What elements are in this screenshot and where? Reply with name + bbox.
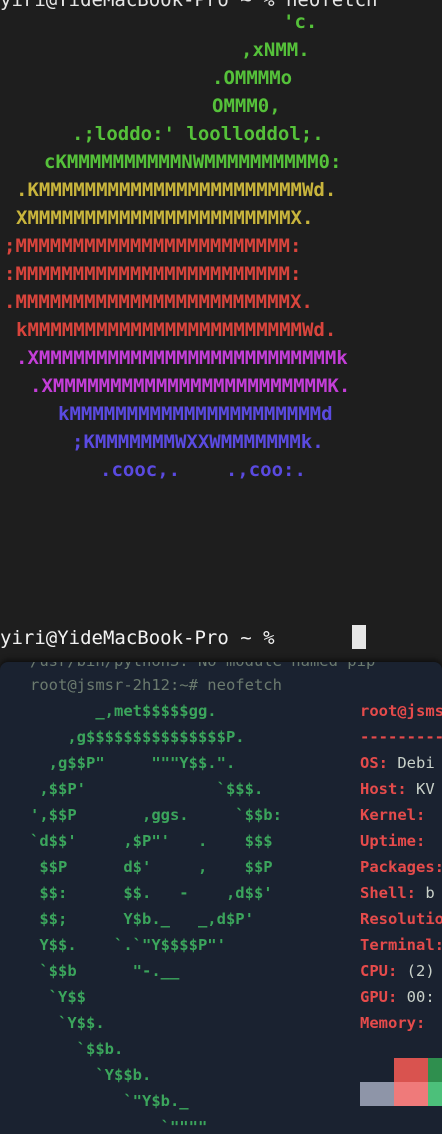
text-cursor — [352, 625, 366, 649]
logo-line: .OMMMMo — [212, 67, 293, 89]
info-key: GPU: — [360, 988, 398, 1006]
logo-line: .XMMMMMMMMMMMMMMMMMMMMMMMMMMk — [16, 347, 348, 369]
swirl-line: `$$b "-.__ — [30, 962, 180, 980]
info-row-cpu: CPU: (2) — [360, 958, 435, 984]
swirl-line: ,$$P' `$$$. — [30, 780, 264, 798]
info-value — [425, 832, 434, 850]
logo-line: OMMM0, — [212, 95, 281, 117]
info-value: b — [416, 884, 435, 902]
swirl-line: `Y$$ — [30, 988, 86, 1006]
vm-terminal-window: /usr/bin/python3: No module named pip ro… — [0, 662, 442, 1134]
logo-line: .KMMMMMMMMMMMMMMMMMMMMMMMWd. — [16, 179, 337, 201]
info-row-kernel: Kernel: — [360, 802, 435, 828]
swirl-line: $$; Y$b._ _,d$P' — [30, 910, 254, 928]
previous-command-line: yiri@YideMacBook-Pro ~ % neofetch — [0, 0, 378, 11]
swirl-line: ,g$$P" """Y$$.". — [30, 754, 236, 772]
logo-line: kMMMMMMMMMMMMMMMMMMMMMMMMWd. — [16, 319, 337, 341]
logo-line: kMMMMMMMMMMMMMMMMMMMMMMd — [58, 403, 333, 425]
swirl-line: `$$b. — [30, 1040, 124, 1058]
color-block — [394, 1082, 428, 1106]
neofetch-command-line[interactable]: root@jsmsr-2h12:~# neofetch — [30, 672, 282, 698]
info-row-os: OS: Debi — [360, 750, 435, 776]
logo-line: :MMMMMMMMMMMMMMMMMMMMMMMM: — [4, 263, 302, 285]
swirl-line: $$P d$' , $$P — [30, 858, 273, 876]
info-row-packages: Packages: — [360, 854, 442, 880]
swirl-line: `"""" — [30, 1118, 208, 1134]
swirl-line: `"Y$b._ — [30, 1092, 189, 1110]
swirl-line: _,met$$$$$gg. — [30, 702, 217, 720]
info-key: Uptime: — [360, 832, 426, 850]
swirl-line: Y$$. `.`"Y$$$$P"' — [30, 936, 226, 954]
logo-line: ;MMMMMMMMMMMMMMMMMMMMMMMM: — [4, 235, 302, 257]
info-value: KV — [406, 780, 435, 798]
info-key: Memory: — [360, 1014, 426, 1032]
swirl-line: `d$$' ,$P"' . $$$ — [30, 832, 273, 850]
logo-line: XMMMMMMMMMMMMMMMMMMMMMMMX. — [16, 207, 314, 229]
info-value: (2) — [397, 962, 435, 980]
info-value: Debi — [388, 754, 435, 772]
info-value — [425, 1014, 434, 1032]
logo-line: .XMMMMMMMMMMMMMMMMMMMMMMMMK. — [30, 375, 351, 397]
info-key: Shell: — [360, 884, 416, 902]
info-key: Resolution: — [360, 910, 442, 928]
logo-line: .cooc,. .,coo:. — [100, 459, 306, 481]
swirl-line: `Y$$b. — [30, 1066, 152, 1084]
logo-line: .;loddo:' loolloddol;. — [72, 123, 324, 145]
info-value: 00: — [397, 988, 435, 1006]
shell-prompt[interactable]: yiri@YideMacBook-Pro ~ % — [0, 624, 286, 652]
color-block — [428, 1082, 442, 1106]
logo-line: .MMMMMMMMMMMMMMMMMMMMMMMMX. — [4, 291, 313, 313]
color-block — [394, 1058, 428, 1082]
info-key: Kernel: — [360, 806, 426, 824]
info-row-gpu: GPU: 00: — [360, 984, 435, 1010]
info-row-memory: Memory: — [360, 1010, 435, 1036]
info-key: Host: — [360, 780, 407, 798]
info-row-uptime: Uptime: — [360, 828, 435, 854]
logo-line: ,xNMM. — [241, 39, 310, 61]
info-row-shell: Shell: b — [360, 880, 435, 906]
separator: --------------- — [360, 728, 442, 746]
logo-line: 'c. — [283, 11, 318, 33]
logo-line: ;KMMMMMMMWXXWMMMMMMMk. — [72, 431, 324, 453]
mac-terminal-window: yiri@YideMacBook-Pro ~ % neofetch 'c. ,xN… — [0, 0, 442, 662]
swirl-line: ',$$P ,ggs. `$$b: — [30, 806, 282, 824]
info-key: CPU: — [360, 962, 398, 980]
info-key: OS: — [360, 754, 388, 772]
info-key: Terminal: — [360, 936, 442, 954]
info-key: Packages: — [360, 858, 442, 876]
info-row-resolution: Resolution: — [360, 906, 442, 932]
info-row-terminal: Terminal: — [360, 932, 442, 958]
logo-line: cKMMMMMMMMMMNWMMMMMMMMMM0: — [44, 151, 342, 173]
swirl-line: $$: $$. - ,d$$' — [30, 884, 273, 902]
color-block — [360, 1082, 394, 1106]
color-block — [360, 1058, 394, 1082]
user-host-label: root@jsmsr-2h12 — [360, 702, 442, 720]
swirl-line: ,g$$$$$$$$$$$$$$$P. — [30, 728, 245, 746]
swirl-line: `Y$$. — [30, 1014, 105, 1032]
info-value — [425, 806, 434, 824]
info-row-host: Host: KV — [360, 776, 435, 802]
color-block — [428, 1058, 442, 1082]
